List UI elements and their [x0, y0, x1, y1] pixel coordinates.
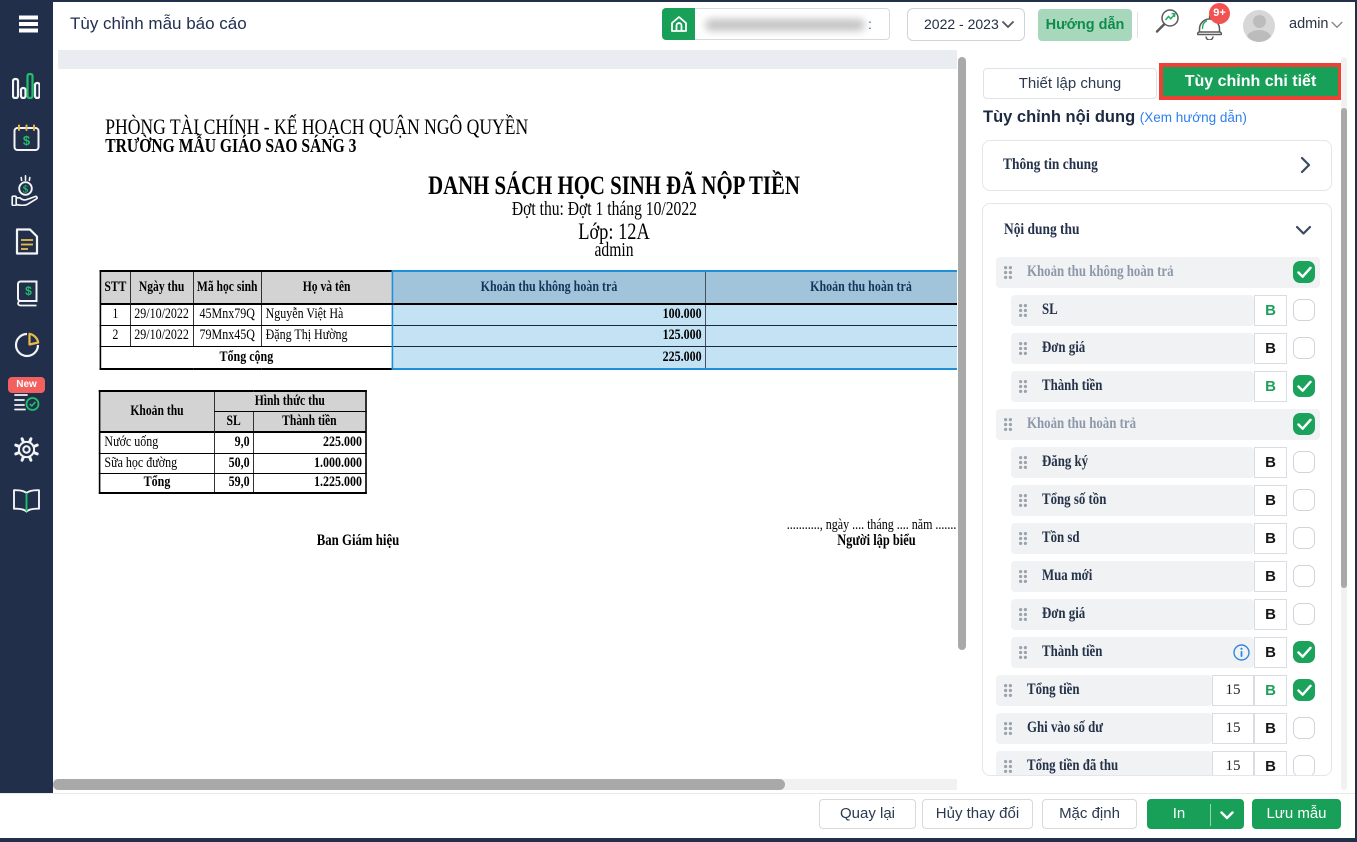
svg-text:$: $	[25, 284, 32, 298]
svg-text:$: $	[23, 184, 29, 196]
svg-text:$: $	[23, 133, 31, 148]
